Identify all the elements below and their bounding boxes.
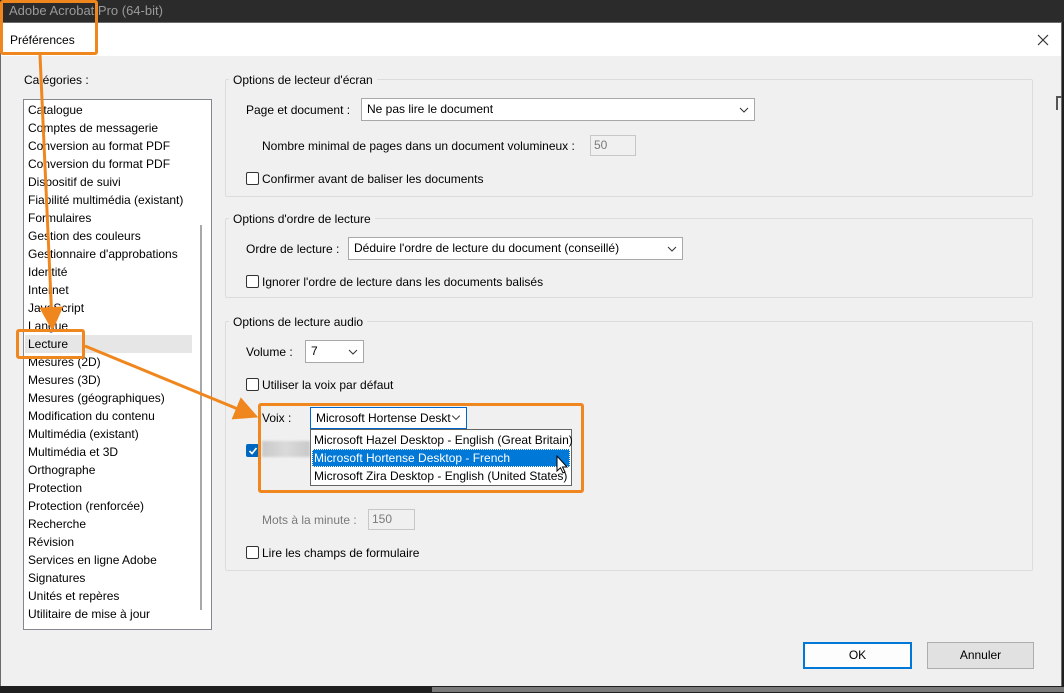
checkmark-icon bbox=[248, 447, 258, 455]
category-item[interactable]: Langue bbox=[28, 317, 68, 335]
category-item[interactable]: Catalogue bbox=[28, 101, 83, 119]
category-item[interactable]: Multimédia et 3D bbox=[28, 443, 118, 461]
voice-option-hortense[interactable]: Microsoft Hortense Desktop - French bbox=[312, 449, 570, 467]
voice-label: Voix : bbox=[262, 411, 292, 425]
category-item[interactable]: Services en ligne Adobe bbox=[28, 551, 157, 569]
dialog-header: Préférences bbox=[1, 23, 1061, 56]
category-item[interactable]: Mesures (géographiques) bbox=[28, 389, 165, 407]
edge-mark bbox=[1056, 96, 1062, 110]
categories-label: Catégories : bbox=[24, 73, 89, 87]
categories-list[interactable]: Catalogue Comptes de messagerie Conversion… bbox=[23, 99, 212, 630]
category-item[interactable]: Dispositif de suivi bbox=[28, 173, 121, 191]
confirm-tag-label: Confirmer avant de baliser les documents bbox=[262, 172, 484, 186]
category-item[interactable]: JavaScript bbox=[28, 299, 84, 317]
cancel-button[interactable]: Annuler bbox=[927, 642, 1034, 669]
close-button[interactable] bbox=[1031, 28, 1055, 52]
min-pages-label: Nombre minimal de pages dans un document… bbox=[262, 139, 575, 153]
min-pages-input[interactable]: 50 bbox=[590, 135, 636, 156]
category-item[interactable]: Conversion du format PDF bbox=[28, 155, 170, 173]
volume-select[interactable]: 7 bbox=[305, 340, 364, 363]
page-document-select[interactable]: Ne pas lire le document bbox=[361, 98, 755, 121]
category-item[interactable]: Mesures (2D) bbox=[28, 353, 101, 371]
volume-label: Volume : bbox=[246, 345, 293, 359]
close-icon bbox=[1037, 34, 1049, 46]
category-item[interactable]: Révision bbox=[28, 533, 74, 551]
category-item[interactable]: Protection (renforcée) bbox=[28, 497, 144, 515]
speech-rate-checkbox[interactable] bbox=[246, 444, 259, 457]
category-item[interactable]: Comptes de messagerie bbox=[28, 119, 158, 137]
page-document-value: Ne pas lire le document bbox=[367, 102, 494, 116]
screen-reader-group-title: Options de lecteur d'écran bbox=[229, 73, 377, 87]
categories-scrollbar[interactable] bbox=[200, 225, 202, 610]
category-item[interactable]: Utilitaire de mise à jour bbox=[28, 605, 150, 623]
category-item[interactable]: Formulaires bbox=[28, 209, 91, 227]
ignore-order-label: Ignorer l'ordre de lecture dans les docu… bbox=[262, 275, 544, 289]
category-item[interactable]: Multimédia (existant) bbox=[28, 425, 139, 443]
reading-order-label: Ordre de lecture : bbox=[246, 242, 340, 256]
volume-value: 7 bbox=[311, 344, 318, 358]
chevron-down-icon bbox=[348, 349, 358, 355]
category-item[interactable]: Identité bbox=[28, 263, 67, 281]
category-item[interactable]: Unités et repères bbox=[28, 587, 119, 605]
chevron-down-icon bbox=[451, 415, 461, 421]
category-item[interactable]: Mesures (3D) bbox=[28, 371, 101, 389]
app-title-bar: Adobe Acrobat Pro (64-bit) bbox=[0, 0, 1064, 22]
chevron-down-icon bbox=[739, 107, 749, 113]
voice-select[interactable]: Microsoft Hortense Deskt bbox=[310, 407, 467, 429]
category-item[interactable]: Signatures bbox=[28, 569, 85, 587]
category-item[interactable]: Gestion des couleurs bbox=[28, 227, 141, 245]
ignore-order-checkbox[interactable] bbox=[246, 275, 259, 288]
app-title: Adobe Acrobat Pro (64-bit) bbox=[9, 3, 163, 18]
default-voice-label: Utiliser la voix par défaut bbox=[262, 378, 394, 392]
reading-order-group-title: Options d'ordre de lecture bbox=[229, 212, 375, 226]
category-item[interactable]: Lecture bbox=[25, 335, 192, 353]
voice-option-hazel[interactable]: Microsoft Hazel Desktop - English (Great… bbox=[312, 431, 573, 449]
horizontal-scrollbar[interactable] bbox=[432, 687, 1064, 692]
chevron-down-icon bbox=[667, 246, 677, 252]
dialog-title: Préférences bbox=[10, 33, 75, 47]
ok-button[interactable]: OK bbox=[803, 642, 912, 669]
page-document-label: Page et document : bbox=[246, 103, 351, 117]
category-item[interactable]: Gestionnaire d'approbations bbox=[28, 245, 178, 263]
wpm-label: Mots à la minute : bbox=[262, 513, 357, 527]
confirm-tag-checkbox[interactable] bbox=[246, 172, 259, 185]
wpm-input[interactable]: 150 bbox=[368, 509, 415, 530]
obscured-label bbox=[262, 441, 310, 457]
voice-value: Microsoft Hortense Deskt bbox=[316, 411, 451, 425]
reading-order-select[interactable]: Déduire l'ordre de lecture du document (… bbox=[348, 237, 683, 260]
audio-group-title: Options de lecture audio bbox=[229, 315, 368, 329]
category-item[interactable]: Fiabilité multimédia (existant) bbox=[28, 191, 183, 209]
category-item[interactable]: Modification du contenu bbox=[28, 407, 155, 425]
default-voice-checkbox[interactable] bbox=[246, 378, 259, 391]
mouse-cursor-icon bbox=[556, 455, 569, 474]
reading-order-value: Déduire l'ordre de lecture du document (… bbox=[354, 241, 620, 255]
category-item[interactable]: Protection bbox=[28, 479, 82, 497]
form-fields-checkbox[interactable] bbox=[246, 546, 259, 559]
category-item[interactable]: Internet bbox=[28, 281, 69, 299]
category-item[interactable]: Orthographe bbox=[28, 461, 95, 479]
category-item[interactable]: Recherche bbox=[28, 515, 86, 533]
form-fields-label: Lire les champs de formulaire bbox=[262, 546, 420, 560]
voice-dropdown-list: Microsoft Hazel Desktop - English (Great… bbox=[310, 429, 573, 486]
category-item[interactable]: Conversion au format PDF bbox=[28, 137, 170, 155]
voice-option-zira[interactable]: Microsoft Zira Desktop - English (United… bbox=[312, 467, 570, 485]
